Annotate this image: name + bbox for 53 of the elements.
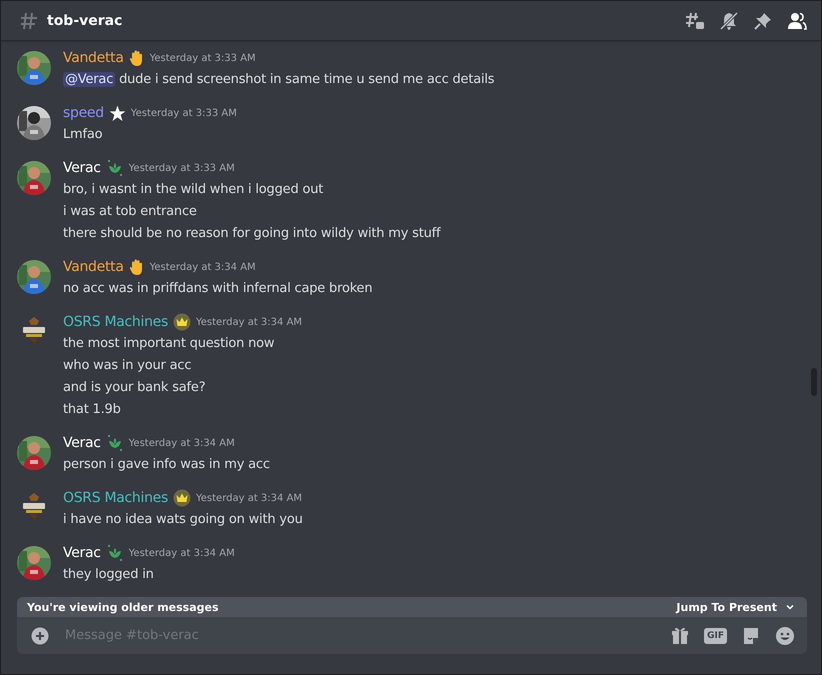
user-mention[interactable]: @Verac bbox=[63, 72, 116, 87]
crown-icon bbox=[172, 489, 191, 507]
author-name[interactable]: Verac bbox=[63, 435, 101, 451]
message-text: there should be no reason for going into wildy with my stuff bbox=[63, 225, 440, 243]
gif-button[interactable]: GIF bbox=[704, 628, 727, 644]
emoji-icon[interactable] bbox=[775, 626, 795, 646]
author-name[interactable]: Vandetta bbox=[63, 259, 124, 275]
author-name[interactable]: Vandetta bbox=[63, 50, 124, 66]
message-text: Lmfao bbox=[63, 126, 104, 144]
message-timestamp: Yesterday at 3:33 AM bbox=[128, 162, 235, 174]
channel-hash-icon bbox=[19, 10, 39, 30]
author-name[interactable]: OSRS Machines bbox=[63, 314, 168, 330]
message-timestamp: Yesterday at 3:34 AM bbox=[128, 438, 235, 448]
message-timestamp: Yesterday at 3:33 AM bbox=[150, 52, 256, 64]
message-timestamp: Yesterday at 3:34 AM bbox=[196, 492, 302, 504]
message-text: that 1.9b bbox=[63, 401, 122, 419]
chevron-down-icon bbox=[785, 602, 795, 612]
sprout-icon bbox=[106, 544, 124, 562]
message-text: the most important question now bbox=[63, 335, 276, 353]
scrollbar-thumb[interactable] bbox=[811, 368, 817, 396]
gift-icon[interactable] bbox=[670, 626, 690, 646]
muted-bell-icon[interactable] bbox=[719, 10, 739, 30]
sticker-icon[interactable] bbox=[741, 626, 761, 646]
author-name[interactable]: OSRS Machines bbox=[63, 490, 168, 506]
banner-text: You're viewing older messages bbox=[27, 600, 219, 614]
message-text: no acc was in priffdans with infernal cape broken bbox=[63, 280, 372, 298]
message-text: @Verac dude i send screenshot in same time u send me acc details bbox=[63, 71, 494, 89]
message-text: bro, i wasnt in the wild when i logged out bbox=[63, 181, 324, 199]
pin-icon[interactable] bbox=[753, 10, 773, 30]
channel-title: tob-verac bbox=[47, 12, 124, 28]
message-timestamp: Yesterday at 3:34 AM bbox=[196, 316, 302, 328]
threads-icon[interactable] bbox=[685, 10, 705, 30]
message-text: who was in your acc bbox=[63, 357, 192, 375]
message-timestamp: Yesterday at 3:34 AM bbox=[128, 548, 235, 558]
message-text: i was at tob entrance bbox=[63, 203, 198, 221]
message-text: and is your bank safe? bbox=[63, 379, 206, 397]
members-icon[interactable] bbox=[787, 10, 807, 30]
message-timestamp: Yesterday at 3:34 AM bbox=[150, 262, 256, 272]
author-name[interactable]: Verac bbox=[63, 160, 101, 176]
waving-hand-icon bbox=[128, 258, 145, 276]
author-name[interactable]: Verac bbox=[63, 545, 101, 561]
jump-to-present-button[interactable]: Jump To Present bbox=[676, 600, 795, 614]
message-text: they logged in bbox=[63, 566, 155, 584]
message-timestamp: Yesterday at 3:33 AM bbox=[130, 108, 237, 118]
star-icon bbox=[108, 104, 126, 122]
waving-hand-icon bbox=[128, 50, 145, 66]
sprout-icon bbox=[106, 434, 124, 452]
author-name[interactable]: speed bbox=[63, 105, 104, 121]
message-text: person i gave info was in my acc bbox=[63, 456, 270, 474]
add-icon[interactable] bbox=[31, 626, 49, 644]
sprout-icon bbox=[106, 159, 124, 177]
message-text: i have no idea wats going on with you bbox=[63, 511, 303, 529]
crown-icon bbox=[172, 313, 191, 331]
